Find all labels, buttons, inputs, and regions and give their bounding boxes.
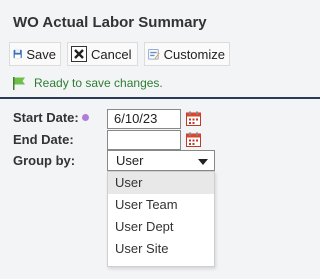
dropdown-option-user-team[interactable]: User Team — [108, 194, 214, 216]
group-by-select[interactable]: User — [107, 150, 215, 171]
customize-label: Customize — [163, 46, 225, 62]
chevron-down-icon[interactable] — [198, 159, 208, 165]
end-date-field[interactable] — [107, 130, 181, 150]
customize-icon — [148, 49, 160, 60]
calendar-icon[interactable] — [186, 111, 201, 126]
toolbar: Save Cancel Customize — [9, 42, 230, 66]
dropdown-option-user-dept[interactable]: User Dept — [108, 216, 214, 238]
status-text: Ready to save changes. — [34, 76, 163, 90]
group-by-label: Group by: — [13, 153, 76, 168]
close-icon — [71, 46, 87, 62]
start-date-label: Start Date: — [13, 110, 79, 125]
customize-button[interactable]: Customize — [144, 42, 230, 66]
save-label: Save — [26, 46, 56, 62]
group-by-selected: User — [116, 153, 144, 168]
status-message: Ready to save changes. — [12, 76, 163, 90]
calendar-icon[interactable] — [186, 132, 201, 147]
save-button[interactable]: Save — [9, 42, 61, 66]
page-title: WO Actual Labor Summary — [13, 14, 207, 31]
cancel-button[interactable]: Cancel — [67, 42, 138, 66]
flag-icon — [13, 77, 25, 90]
section-divider — [0, 97, 320, 99]
save-icon — [13, 49, 22, 59]
cancel-label: Cancel — [91, 46, 132, 62]
required-indicator — [82, 114, 89, 121]
dropdown-option-user-site[interactable]: User Site — [108, 238, 214, 260]
end-date-label: End Date: — [13, 132, 74, 147]
start-date-field[interactable]: 6/10/23 — [107, 109, 181, 129]
dropdown-option-user[interactable]: User — [108, 172, 214, 194]
group-by-dropdown: User User Team User Dept User Site — [107, 171, 215, 267]
